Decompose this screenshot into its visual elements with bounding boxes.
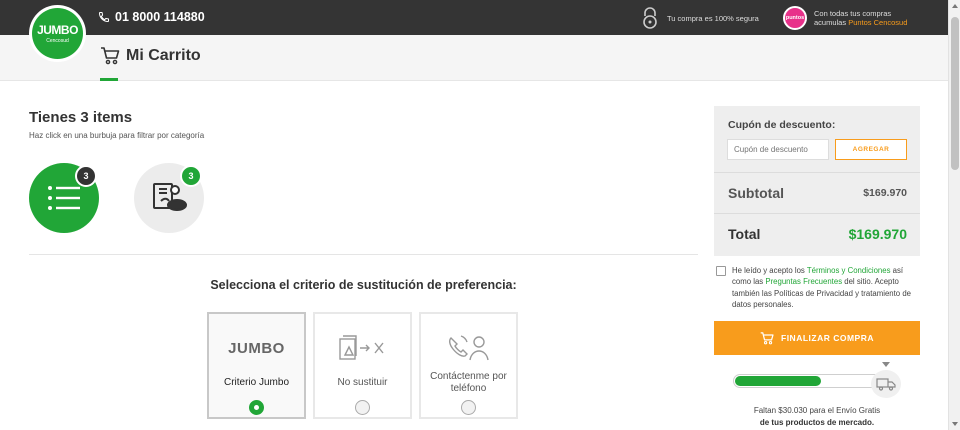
shipping-line2: de tus productos de mercado. xyxy=(759,418,875,427)
finalize-purchase-button[interactable]: FINALIZAR COMPRA xyxy=(714,321,920,355)
substitution-criteria-title: Selecciona el criterio de sustitución de… xyxy=(210,278,517,292)
phone-contact-icon xyxy=(446,326,492,370)
scroll-up-arrow-icon[interactable] xyxy=(952,4,958,8)
jumbo-logo[interactable]: JUMBO Cencosud xyxy=(29,5,86,62)
summary-divider xyxy=(714,172,920,173)
logo-text: JUMBO xyxy=(37,23,78,37)
coupon-label: Cupón de descuento: xyxy=(728,119,836,131)
shipping-line1: Faltan $30.030 para el Envío Gratis xyxy=(753,406,881,415)
option-label: No sustituir xyxy=(337,377,388,388)
puntos-cencosud-promo[interactable]: puntos Con todas tus compras acumulas Pu… xyxy=(783,6,907,30)
top-bar: 01 8000 114880 Tu compra es 100% segura … xyxy=(0,0,948,35)
phone-contact[interactable]: 01 8000 114880 xyxy=(98,10,205,24)
total-value: $169.970 xyxy=(848,226,907,242)
option-label: Contáctenme por teléfono xyxy=(430,371,507,394)
puntos-line1: Con todas tus compras xyxy=(814,8,892,18)
free-shipping-message: Faltan $30.030 para el Envío Gratis de t… xyxy=(714,405,920,429)
secure-text: Tu compra es 100% segura xyxy=(667,13,759,23)
option-label: Criterio Jumbo xyxy=(223,377,290,388)
progress-track xyxy=(733,374,881,388)
terms-text: He leído y acepto los Términos y Condici… xyxy=(732,266,911,309)
coupon-input[interactable] xyxy=(727,139,829,160)
items-count-title: Tienes 3 items xyxy=(29,109,133,126)
page-scrollbar[interactable] xyxy=(948,0,960,430)
logo-subtext: Cencosud xyxy=(46,38,69,44)
padlock-icon xyxy=(643,7,657,29)
section-divider xyxy=(29,254,698,255)
list-icon xyxy=(48,186,80,210)
subtotal-value: $169.970 xyxy=(863,187,907,199)
puntos-highlight: Puntos Cencosud xyxy=(848,18,908,27)
progress-marker xyxy=(882,362,890,367)
summary-divider xyxy=(714,213,920,214)
order-summary: Cupón de descuento: AGREGAR Subtotal $16… xyxy=(714,106,920,256)
items-subtitle: Haz click en una burbuja para filtrar po… xyxy=(29,131,205,140)
scroll-thumb[interactable] xyxy=(951,17,959,170)
radio-button[interactable] xyxy=(355,400,370,415)
add-coupon-button[interactable]: AGREGAR xyxy=(835,139,907,160)
jumbo-wordmark-icon: JUMBO xyxy=(228,339,285,357)
terms-link[interactable]: Términos y Condiciones xyxy=(807,266,891,275)
bubble-count-badge: 3 xyxy=(75,165,97,187)
free-shipping-progress xyxy=(733,362,903,398)
main-content: Tienes 3 items Haz click en una burbuja … xyxy=(0,81,948,430)
cart-icon xyxy=(101,47,120,65)
total-label: Total xyxy=(728,226,761,242)
delivery-truck-icon xyxy=(871,370,901,398)
terms-checkbox[interactable] xyxy=(716,266,726,276)
option-contactenme[interactable]: Contáctenme por teléfono xyxy=(419,312,518,419)
page-header: Mi Carrito xyxy=(0,35,948,81)
option-no-sustituir[interactable]: No sustituir xyxy=(313,312,412,419)
groceries-icon xyxy=(153,183,187,211)
progress-fill xyxy=(735,376,821,386)
puntos-badge-icon: puntos xyxy=(783,6,807,30)
secure-purchase: Tu compra es 100% segura xyxy=(640,7,759,29)
subtotal-label: Subtotal xyxy=(728,185,784,201)
puntos-line2: acumulas Puntos Cencosud xyxy=(814,18,908,27)
bubble-count-badge: 3 xyxy=(180,165,202,187)
option-criterio-jumbo[interactable]: JUMBO Criterio Jumbo xyxy=(207,312,306,419)
terms-consent: He leído y acepto los Términos y Condici… xyxy=(716,265,916,310)
radio-button[interactable] xyxy=(461,400,476,415)
phone-number: 01 8000 114880 xyxy=(115,10,205,24)
no-substitute-icon xyxy=(338,326,388,370)
radio-button[interactable] xyxy=(249,400,264,415)
page-title: Mi Carrito xyxy=(100,47,201,65)
phone-icon xyxy=(98,12,109,23)
faq-link[interactable]: Preguntas Frecuentes xyxy=(765,277,842,286)
scroll-down-arrow-icon[interactable] xyxy=(952,422,958,426)
cart-icon xyxy=(760,331,774,344)
